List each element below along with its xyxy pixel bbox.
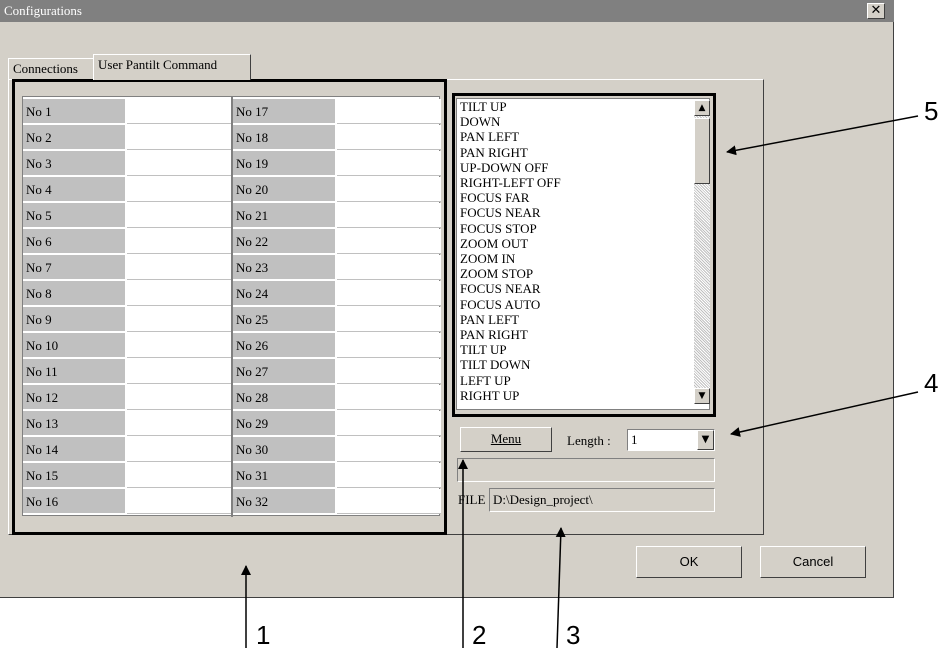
tab-user-pantilt-command[interactable]: User Pantilt Command bbox=[93, 54, 251, 80]
callout-5-label: 5 bbox=[924, 96, 939, 126]
callout-2-label: 2 bbox=[472, 620, 487, 650]
callout-4-arrow-icon bbox=[730, 391, 919, 437]
callout-arrows bbox=[241, 115, 919, 649]
callout-5-arrow-icon bbox=[726, 115, 919, 156]
callout-4-label: 4 bbox=[924, 368, 939, 398]
callout-3-label: 3 bbox=[566, 620, 581, 650]
callout-1-label: 1 bbox=[256, 620, 271, 650]
callout-3-arrow-icon bbox=[555, 527, 566, 649]
